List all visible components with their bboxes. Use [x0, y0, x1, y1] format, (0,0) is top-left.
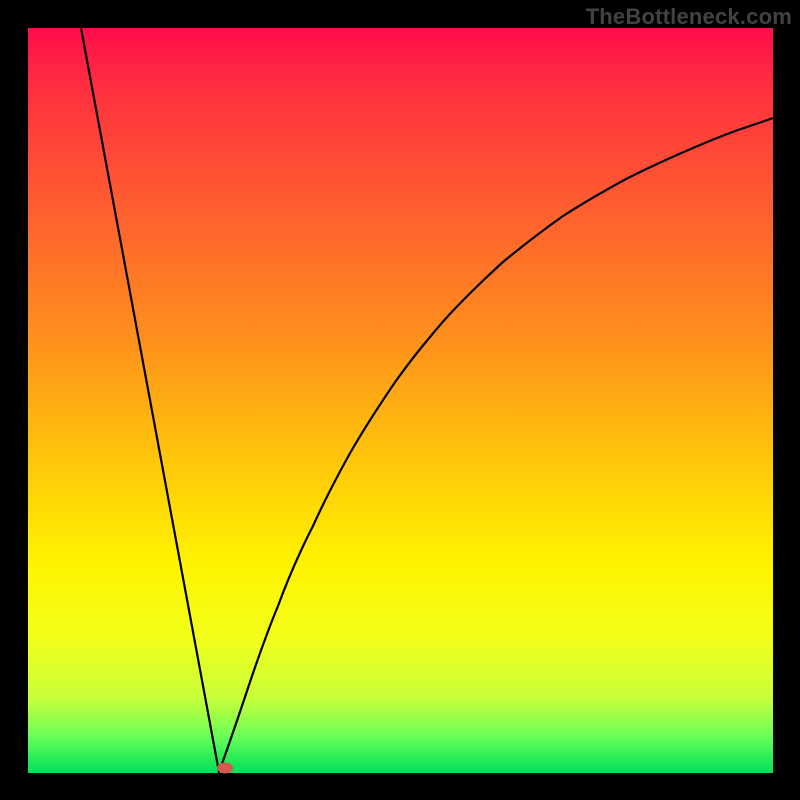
chart-frame: TheBottleneck.com — [0, 0, 800, 800]
plot-area — [28, 28, 773, 773]
bottleneck-curve — [28, 28, 773, 773]
curve-path — [81, 28, 773, 772]
watermark-text: TheBottleneck.com — [586, 4, 792, 30]
min-marker — [217, 763, 233, 774]
